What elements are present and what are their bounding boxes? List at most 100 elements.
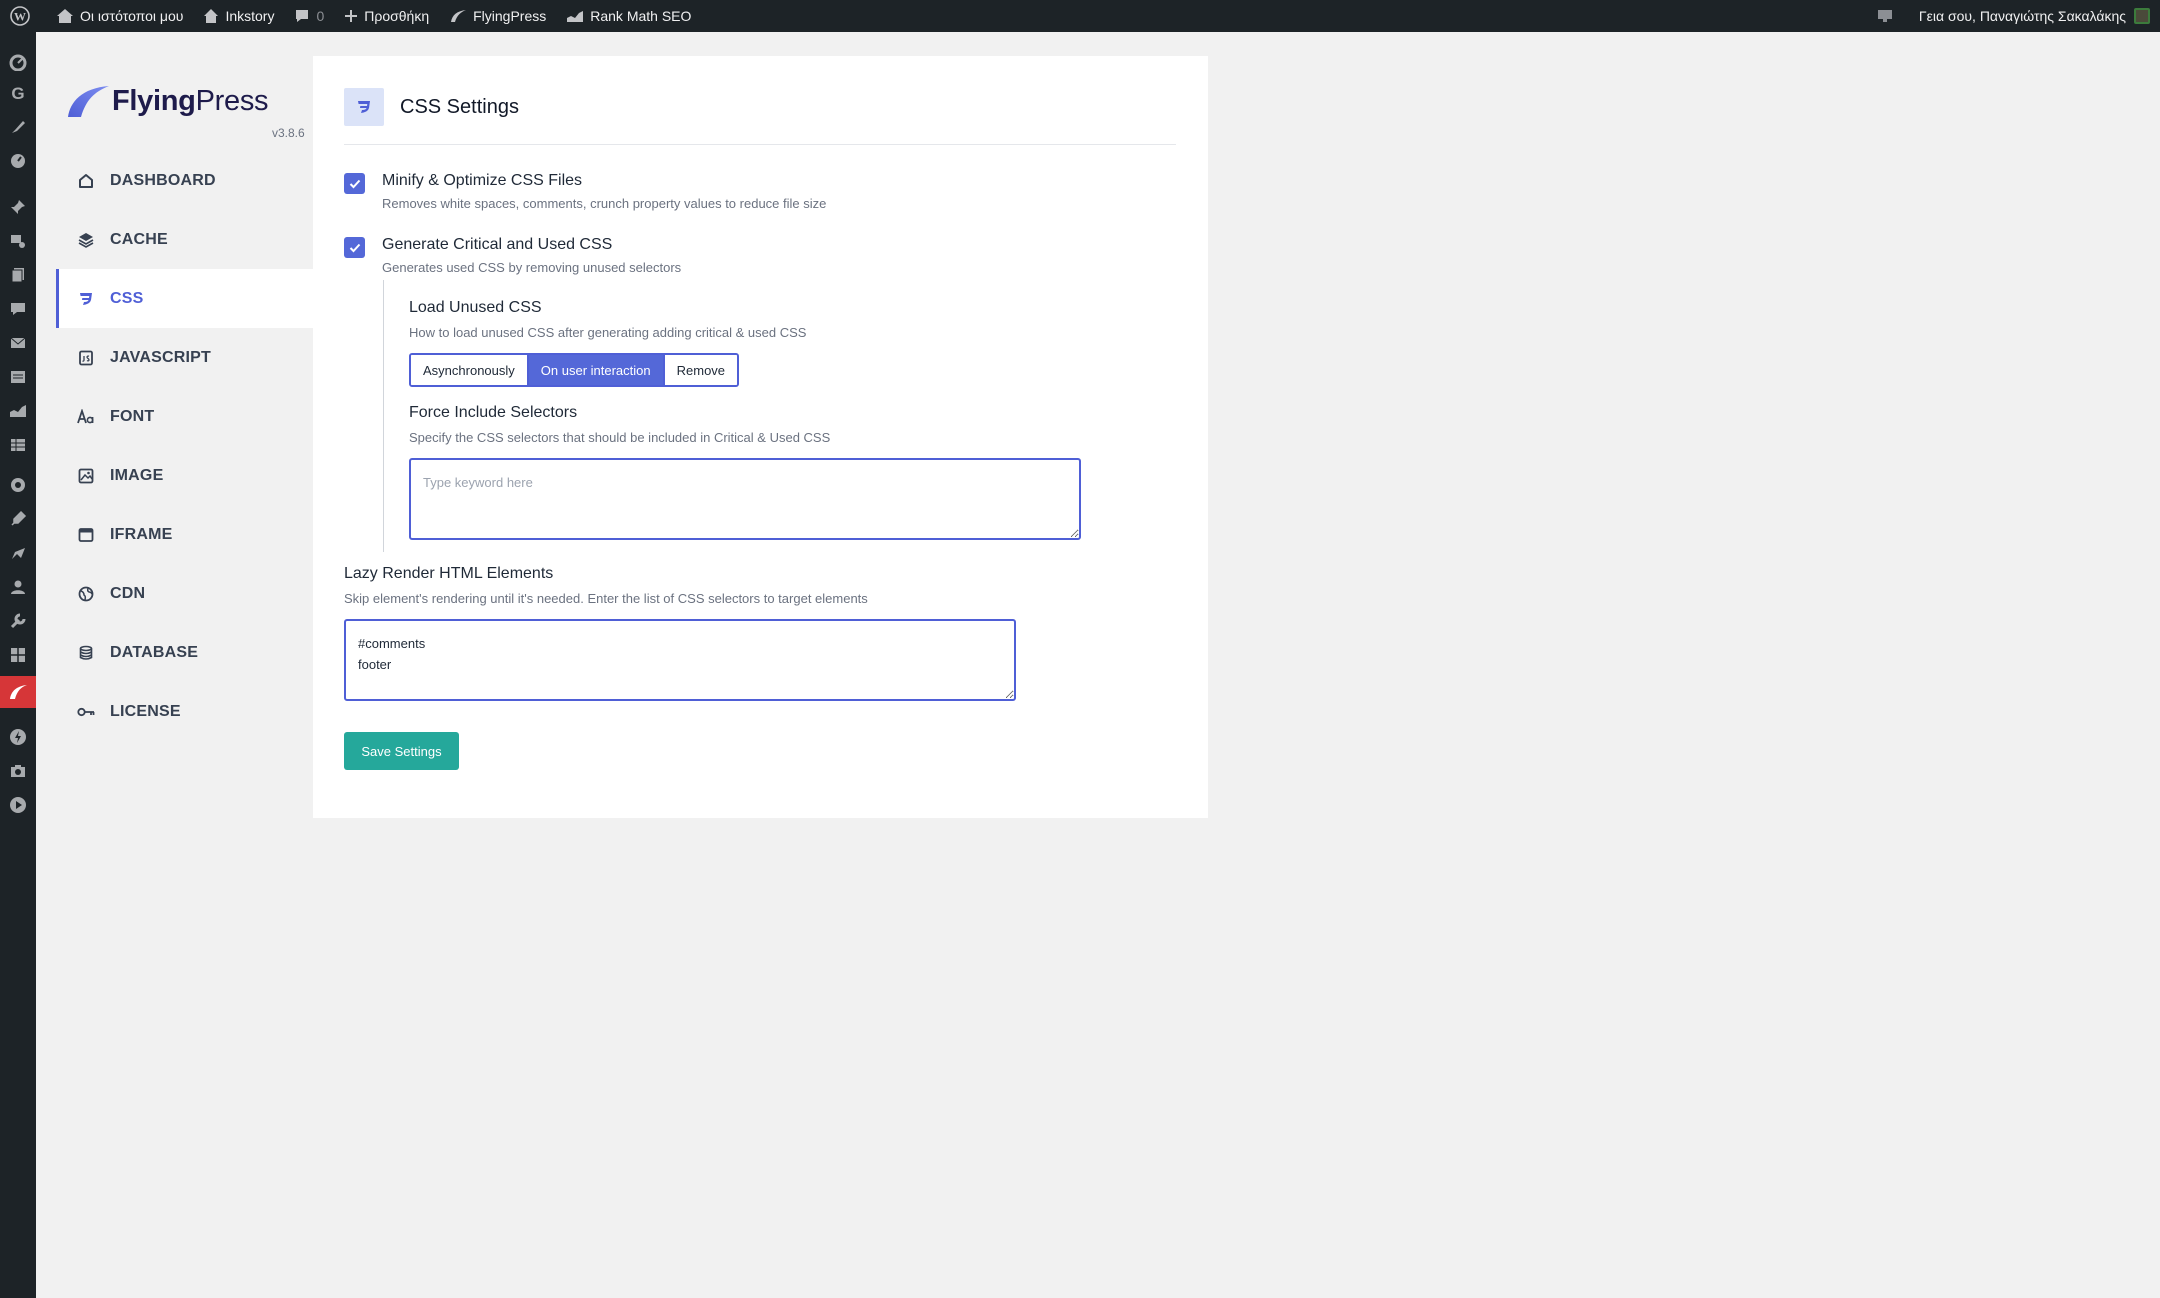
plugin-nav: DASHBOARD CACHE CSS JAVASCRIPT FONT IMAG… <box>56 151 313 741</box>
tools-brush-menu-icon[interactable] <box>0 540 36 566</box>
logo-text-light: Press <box>195 84 269 117</box>
bolt-menu-icon[interactable] <box>0 724 36 750</box>
analytics-menu-icon[interactable] <box>0 398 36 424</box>
rank-math-icon <box>567 11 584 22</box>
settings-menu-icon[interactable] <box>0 642 36 668</box>
my-account-menu[interactable]: Γεια σου, Παναγιώτης Σακαλάκης <box>1909 0 2160 32</box>
check-icon <box>349 243 360 252</box>
js-file-icon <box>76 348 96 368</box>
nav-label-image: IMAGE <box>110 466 164 484</box>
lazy-render-textarea[interactable]: #comments footer <box>344 619 1016 701</box>
my-sites-menu[interactable]: Οι ιστότοποι μου <box>46 0 193 32</box>
site-name-menu[interactable]: Inkstory <box>193 0 284 32</box>
rank-math-menu[interactable]: Rank Math SEO <box>556 0 701 32</box>
comments-menu-icon[interactable] <box>0 296 36 322</box>
version-label: v3.8.6 <box>272 126 305 140</box>
nav-item-database[interactable]: DATABASE <box>56 623 313 682</box>
wordpress-icon: W <box>10 6 30 26</box>
play-menu-icon[interactable] <box>0 792 36 818</box>
flyingpress-icon <box>451 10 467 22</box>
css3-icon <box>344 88 384 126</box>
critical-css-checkbox[interactable] <box>344 237 365 258</box>
media-menu-icon[interactable] <box>0 228 36 254</box>
new-content-menu[interactable]: Προσθήκη <box>334 0 439 32</box>
flyingpress-menu-icon[interactable] <box>0 676 36 708</box>
camera-menu-icon[interactable] <box>0 758 36 784</box>
option-asynchronously[interactable]: Asynchronously <box>411 355 527 385</box>
force-include-title: Force Include Selectors <box>409 404 578 421</box>
users-menu-icon[interactable] <box>0 574 36 600</box>
nav-item-css[interactable]: CSS <box>56 269 313 328</box>
home-icon <box>204 9 219 23</box>
image-icon <box>76 466 96 486</box>
nav-label-license: LICENSE <box>110 702 181 720</box>
comments-count: 0 <box>316 8 325 24</box>
option-remove[interactable]: Remove <box>662 355 738 385</box>
critical-css-subgroup-line <box>383 280 386 552</box>
database-icon <box>76 643 96 663</box>
plugins-menu-icon[interactable] <box>0 506 36 532</box>
nav-item-iframe[interactable]: IFRAME <box>56 505 313 564</box>
nav-label-cache: CACHE <box>110 230 168 248</box>
layers-icon <box>76 230 96 250</box>
screen-icon-item[interactable] <box>1867 0 1909 32</box>
nav-label-css: CSS <box>110 289 144 307</box>
new-content-label: Προσθήκη <box>364 8 430 24</box>
pages-menu-icon[interactable] <box>0 262 36 288</box>
critical-css-desc: Generates used CSS by removing unused se… <box>382 260 682 275</box>
flyingpress-label: FlyingPress <box>473 8 547 24</box>
nav-item-image[interactable]: IMAGE <box>56 446 313 505</box>
rank-math-label: Rank Math SEO <box>590 8 692 24</box>
option-on-user-interaction[interactable]: On user interaction <box>526 355 663 385</box>
nav-item-license[interactable]: LICENSE <box>56 682 313 741</box>
brush-menu-icon[interactable] <box>0 114 36 140</box>
greeting-label: Γεια σου, Παναγιώτης Σακαλάκης <box>1918 8 2126 24</box>
forms-menu-icon[interactable] <box>0 364 36 390</box>
critical-css-title: Generate Critical and Used CSS <box>382 236 613 253</box>
monitor-icon <box>1877 10 1892 22</box>
nav-item-cache[interactable]: CACHE <box>56 210 313 269</box>
save-settings-button[interactable]: Save Settings <box>344 732 459 770</box>
css-settings-panel: CSS Settings Minify & Optimize CSS Files… <box>313 56 1208 818</box>
wordpress-logo-button[interactable]: W <box>0 0 46 32</box>
flyingpress-menu[interactable]: FlyingPress <box>439 0 556 32</box>
load-unused-css-title: Load Unused CSS <box>409 299 542 316</box>
tools-menu-icon[interactable] <box>0 608 36 634</box>
nav-label-database: DATABASE <box>110 643 199 661</box>
nav-item-cdn[interactable]: CDN <box>56 564 313 623</box>
lazy-render-desc: Skip element's rendering until it's need… <box>344 591 868 606</box>
nav-item-javascript[interactable]: JAVASCRIPT <box>56 328 313 387</box>
minify-css-checkbox[interactable] <box>344 173 365 194</box>
flyingpress-logo: FlyingPress <box>66 84 269 118</box>
minify-css-title: Minify & Optimize CSS Files <box>382 172 583 189</box>
nav-item-dashboard[interactable]: DASHBOARD <box>56 151 313 210</box>
iframe-icon <box>76 525 96 545</box>
comments-menu[interactable]: 0 <box>284 0 334 32</box>
css3-icon <box>76 289 96 309</box>
home-icon <box>76 171 96 191</box>
my-sites-icon <box>57 9 73 23</box>
lazy-render-title: Lazy Render HTML Elements <box>344 565 554 582</box>
force-include-textarea[interactable] <box>409 458 1081 540</box>
load-unused-css-selector: Asynchronously On user interaction Remov… <box>409 353 740 387</box>
mail-menu-icon[interactable] <box>0 330 36 356</box>
logo-text-bold: Flying <box>112 84 196 117</box>
dashboard-menu-icon[interactable] <box>0 49 36 75</box>
nav-label-cdn: CDN <box>110 584 146 602</box>
panel-header: CSS Settings <box>344 88 1176 145</box>
flyingpress-logo-icon <box>68 86 109 117</box>
my-sites-label: Οι ιστότοποι μου <box>80 8 184 24</box>
google-menu-icon[interactable]: G <box>0 80 36 106</box>
speed-menu-icon[interactable] <box>0 148 36 174</box>
force-include-desc: Specify the CSS selectors that should be… <box>409 430 831 445</box>
pin-menu-icon[interactable] <box>0 194 36 220</box>
minify-css-option: Minify & Optimize CSS Files Removes whit… <box>344 169 826 215</box>
admin-bar: W Οι ιστότοποι μου Inkstory 0 Προσθήκη F… <box>0 0 2160 32</box>
load-unused-css-desc: How to load unused CSS after generating … <box>409 325 807 340</box>
nav-item-font[interactable]: FONT <box>56 387 313 446</box>
appearance-menu-icon[interactable] <box>0 472 36 498</box>
nav-label-iframe: IFRAME <box>110 525 173 543</box>
avatar <box>2134 8 2150 24</box>
table-menu-icon[interactable] <box>0 432 36 458</box>
minify-css-desc: Removes white spaces, comments, crunch p… <box>382 196 827 211</box>
